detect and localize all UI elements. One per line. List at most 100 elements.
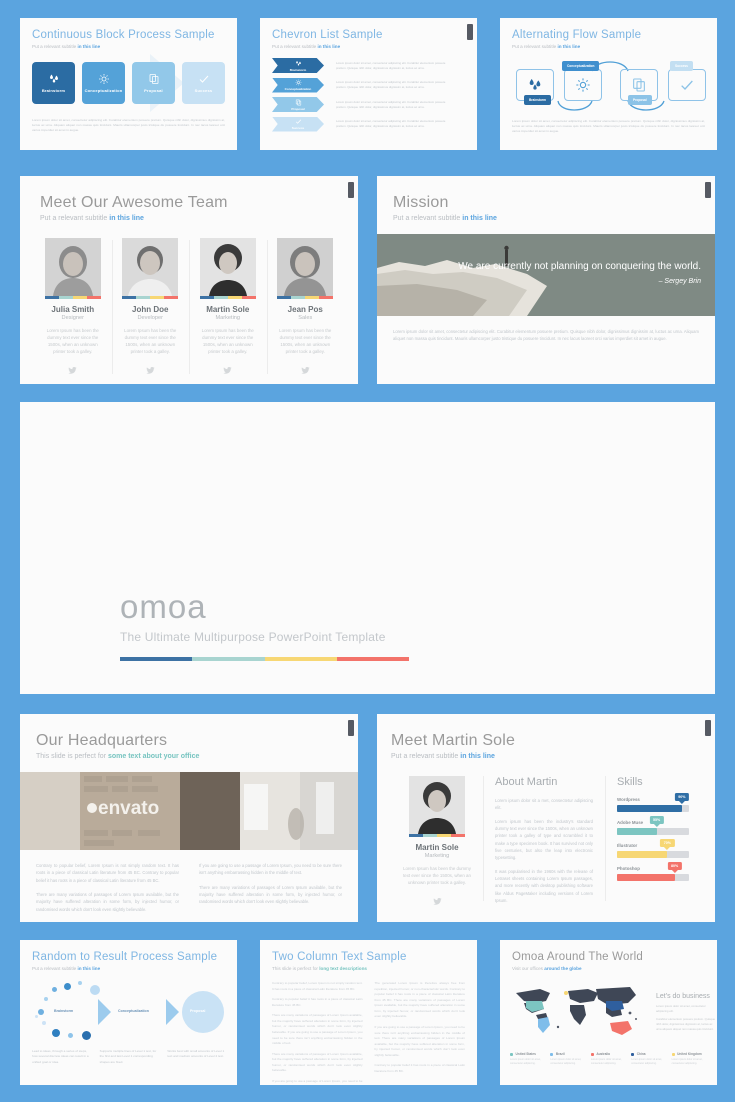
team-member-card[interactable]: Martin Sole Marketing Lorem Ipsum has be…	[189, 238, 267, 380]
chevron-brainstorm[interactable]: Brainstorm	[272, 58, 324, 73]
scroll-indicator[interactable]	[705, 182, 711, 198]
chevron-proposal[interactable]: Proposal	[272, 97, 324, 112]
legend-label: United States	[515, 1052, 536, 1056]
paragraph: Contrary to popular belief it has roots …	[374, 1063, 466, 1073]
twitter-icon[interactable]	[120, 362, 182, 380]
legend-description: Lorem ipsum dolor sit amet, consectetur …	[550, 1057, 582, 1065]
item-description: Lorem ipsum dolor sit amet, consectetur …	[336, 119, 446, 128]
paragraph: Curabitur elementum posuere pretium. Qui…	[656, 1017, 716, 1032]
slide-subtitle: This slide is perfect for long text desc…	[272, 966, 367, 971]
template-preview-page: Continuous Block Process Sample Put a re…	[0, 0, 735, 1102]
country-legend: United States Lorem ipsum dolor sit amet…	[510, 1052, 707, 1066]
slide-title: Mission	[393, 194, 449, 211]
twitter-icon[interactable]	[197, 362, 259, 380]
world-map-icon	[516, 987, 637, 1035]
slide-chevron-list[interactable]: Chevron List Sample Put a relevant subti…	[260, 18, 477, 150]
process-block-proposal[interactable]: Proposal	[132, 62, 175, 104]
legend-label: China	[636, 1052, 646, 1056]
member-role: Marketing	[424, 853, 450, 859]
chevron-label: Success	[291, 126, 305, 130]
slide-title: Continuous Block Process Sample	[32, 29, 215, 41]
check-icon	[199, 75, 208, 83]
documents-icon	[149, 74, 158, 84]
skill-fill	[617, 805, 682, 812]
skills-heading: Skills	[617, 776, 643, 788]
twitter-icon[interactable]	[42, 362, 104, 380]
member-name: Martin Sole	[415, 843, 459, 852]
column-left: Contrary to popular belief, Lorem Ipsum …	[36, 862, 179, 920]
caption: Supports multiple lines of Level 1 text,…	[99, 1049, 157, 1064]
slide-title: Random to Result Process Sample	[32, 951, 218, 963]
accent-stripe	[44, 296, 101, 299]
scroll-indicator[interactable]	[705, 720, 711, 736]
team-member-card[interactable]: Jean Pos Sales Lorem Ipsum has been the …	[266, 238, 345, 380]
slide-omoa-around-the-world[interactable]: Omoa Around The World Visit our offices …	[500, 940, 717, 1085]
slide-title: Our Headquarters	[36, 732, 168, 749]
legend-label: Australia	[596, 1052, 610, 1056]
scroll-indicator[interactable]	[467, 24, 473, 40]
chevron-conceptualization[interactable]: Conceptualization	[272, 77, 324, 93]
slide-subtitle: Put a relevant subtitle in this line	[32, 44, 101, 49]
slide-two-column-text[interactable]: Two Column Text Sample This slide is per…	[260, 940, 477, 1085]
paragraph: The generated Lorem Ipsum is therefore a…	[374, 981, 466, 1019]
item-description: Lorem ipsum dolor sit amet, consectetur …	[336, 99, 446, 109]
member-role: Developer	[137, 315, 164, 321]
dot	[68, 1033, 73, 1038]
accent-stripe	[199, 296, 256, 299]
slide-mission[interactable]: Mission Put a relevant subtitle in this …	[377, 176, 715, 384]
twitter-icon[interactable]	[275, 362, 337, 380]
slide-body-text: Lorem ipsum dolor sit amet, consectetur …	[512, 119, 705, 133]
list-item[interactable]: Proposal Lorem ipsum dolor sit amet, con…	[272, 97, 465, 112]
slide-random-to-result[interactable]: Random to Result Process Sample Put a re…	[20, 940, 237, 1085]
legend-description: Lorem ipsum dolor sit amet, consectetur …	[671, 1057, 703, 1065]
avatar	[44, 238, 101, 296]
block-label: Success	[194, 88, 213, 93]
legend-label: United Kingdom	[677, 1052, 702, 1056]
process-block-row: Brainstorm Conceptualization Proposal Su…	[32, 54, 225, 112]
slide-subtitle: Visit our offices around the globe	[512, 966, 582, 971]
dot	[78, 981, 82, 985]
office-interior-icon: envato	[20, 772, 358, 850]
dot	[38, 1009, 44, 1015]
slide-our-headquarters[interactable]: Our Headquarters This slide is perfect f…	[20, 714, 358, 922]
slide-title-cover[interactable]: omoa The Ultimate Multipurpose PowerPoin…	[20, 402, 715, 694]
team-member-card[interactable]: John Doe Developer Lorem Ipsum has been …	[111, 238, 190, 380]
paragraph: There are many variations of passages of…	[36, 892, 179, 912]
portrait-icon	[409, 776, 465, 834]
slide-alternating-flow[interactable]: Alternating Flow Sample Put a relevant s…	[500, 18, 717, 150]
flow-arc-icon	[557, 61, 665, 111]
block-label: Conceptualization	[84, 88, 123, 93]
svg-text:envato: envato	[98, 798, 159, 819]
chevron-label: Brainstorm	[289, 67, 307, 72]
process-block-brainstorm[interactable]: Brainstorm	[32, 62, 75, 104]
member-name: Jean Pos	[287, 305, 323, 314]
legend-description: Lorem ipsum dolor sit amet, consectetur …	[510, 1057, 541, 1065]
paragraph: If you are going to use a passage of Lor…	[199, 863, 342, 876]
paragraph: It was popularised in the 1960s with the…	[495, 868, 593, 904]
legend-item-china: China Lorem ipsum dolor sit amet, consec…	[631, 1052, 666, 1066]
process-block-conceptualization[interactable]: Conceptualization	[82, 62, 125, 104]
dot	[52, 1029, 60, 1037]
list-item[interactable]: Brainstorm Lorem ipsum dolor sit amet, c…	[272, 58, 465, 73]
scroll-indicator[interactable]	[348, 182, 354, 198]
twitter-icon[interactable]	[403, 893, 471, 911]
list-item[interactable]: Conceptualization Lorem ipsum dolor sit …	[272, 77, 465, 93]
paragraph: There are many variations of passages of…	[199, 884, 342, 905]
team-member-card[interactable]: Julia Smith Designer Lorem Ipsum has bee…	[34, 238, 112, 380]
dot	[42, 1021, 46, 1025]
chevron-success[interactable]: Success	[272, 116, 324, 132]
flow-step-conceptualization[interactable]	[564, 69, 602, 101]
slide-continuous-block-process[interactable]: Continuous Block Process Sample Put a re…	[20, 18, 237, 150]
scroll-indicator[interactable]	[348, 720, 354, 736]
quote-attribution: – Sergey Brin	[658, 277, 701, 285]
slide-subtitle: Put a relevant subtitle in this line	[393, 215, 497, 222]
quote-text: We are currently not planning on conquer…	[458, 261, 701, 272]
member-name: John Doe	[132, 305, 169, 314]
column-right: The generated Lorem Ipsum is therefore a…	[375, 981, 466, 1085]
list-item[interactable]: Success Lorem ipsum dolor sit amet, cons…	[272, 116, 465, 132]
flow-step-success[interactable]	[668, 69, 706, 101]
legend-swatch	[510, 1052, 513, 1056]
slide-meet-martin-sole[interactable]: Meet Martin Sole Put a relevant subtitle…	[377, 714, 715, 922]
slide-meet-our-team[interactable]: Meet Our Awesome Team Put a relevant sub…	[20, 176, 358, 384]
process-block-success[interactable]: Success	[182, 62, 225, 104]
